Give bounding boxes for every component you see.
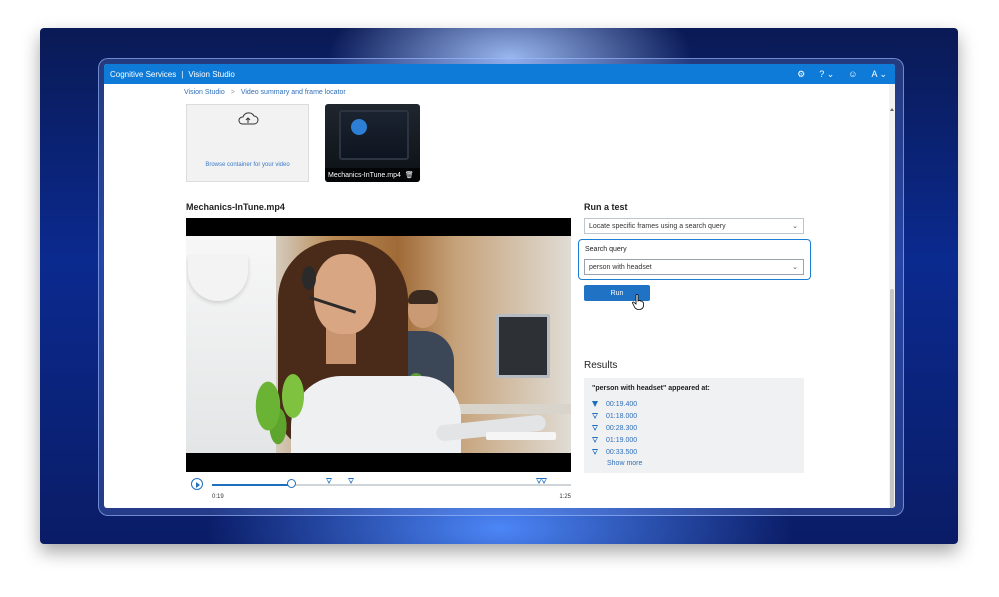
video-player[interactable] bbox=[186, 218, 571, 472]
play-icon[interactable] bbox=[191, 478, 203, 490]
smiley-icon[interactable]: ☺ bbox=[848, 69, 857, 79]
time-end: 1:25 bbox=[559, 494, 571, 500]
keyboard bbox=[486, 432, 556, 440]
video-frame bbox=[186, 236, 571, 453]
trash-icon[interactable]: 🗑 bbox=[405, 171, 414, 179]
search-query-group: Search query person with headset ⌄ bbox=[578, 239, 811, 280]
breadcrumb: Vision Studio > Video summary and frame … bbox=[184, 89, 346, 96]
background-person-hair bbox=[408, 290, 438, 304]
title-bar: Cognitive Services | Vision Studio ⚙ ? ⌄… bbox=[104, 64, 895, 84]
triangle-marker-icon bbox=[592, 425, 598, 431]
product-name: Cognitive Services bbox=[110, 69, 177, 79]
mode-select-value: Locate specific frames using a search qu… bbox=[589, 222, 726, 230]
result-item[interactable]: 01:18.000 bbox=[592, 410, 637, 422]
chevron-down-icon: ⌄ bbox=[792, 264, 798, 271]
results-title: Results bbox=[584, 360, 618, 371]
chevron-down-icon: ⌄ bbox=[792, 223, 798, 230]
result-timestamp: 00:28.300 bbox=[606, 424, 638, 432]
foreground-plant bbox=[248, 346, 318, 453]
video-title: Mechanics-InTune.mp4 bbox=[186, 202, 285, 212]
mode-select[interactable]: Locate specific frames using a search qu… bbox=[584, 218, 804, 234]
triangle-marker-icon bbox=[592, 449, 598, 455]
show-more-link[interactable]: Show more bbox=[607, 460, 642, 467]
result-timestamp: 00:33.500 bbox=[606, 448, 638, 456]
result-item[interactable]: 00:28.300 bbox=[592, 422, 637, 434]
scroll-up-icon[interactable] bbox=[890, 108, 894, 111]
woman-face bbox=[314, 254, 376, 334]
result-timestamp: 01:19.000 bbox=[606, 436, 638, 444]
breadcrumb-separator: > bbox=[230, 89, 235, 96]
app-name[interactable]: Vision Studio bbox=[188, 70, 235, 79]
hand-cursor-icon bbox=[632, 294, 644, 310]
triangle-marker-icon bbox=[592, 437, 598, 443]
scrollbar-thumb[interactable] bbox=[890, 289, 894, 508]
result-item[interactable]: 00:33.500 bbox=[592, 446, 637, 458]
seek-progress bbox=[212, 484, 291, 486]
browse-container-tile[interactable]: Browse container for your video bbox=[186, 104, 309, 182]
thumbnail-filename: Mechanics-InTune.mp4 bbox=[328, 171, 401, 179]
breadcrumb-current[interactable]: Video summary and frame locator bbox=[241, 89, 346, 96]
scrollbar[interactable] bbox=[889, 84, 895, 508]
video-timeline: 0:19 1:25 bbox=[186, 476, 571, 508]
results-heading: "person with headset" appeared at: bbox=[592, 385, 710, 392]
help-icon[interactable]: ? ⌄ bbox=[819, 69, 834, 80]
cloud-upload-icon bbox=[238, 112, 259, 125]
triangle-marker-icon bbox=[592, 413, 598, 419]
gear-icon[interactable]: ⚙ bbox=[797, 69, 805, 80]
search-query-value: person with headset bbox=[589, 263, 652, 271]
run-test-title: Run a test bbox=[584, 202, 628, 212]
browse-container-label: Browse container for your video bbox=[205, 162, 290, 168]
result-timestamp: 00:19.400 bbox=[606, 400, 638, 408]
title-separator: | bbox=[181, 69, 184, 79]
result-timestamp: 01:18.000 bbox=[606, 412, 638, 420]
result-marker[interactable] bbox=[326, 478, 332, 484]
thumbnail-caption: Mechanics-InTune.mp4 🗑 bbox=[325, 168, 420, 182]
video-thumbnail[interactable]: Mechanics-InTune.mp4 🗑 bbox=[325, 104, 420, 182]
intune-logo-icon bbox=[351, 119, 367, 135]
account-icon[interactable]: A ⌄ bbox=[871, 69, 887, 80]
triangle-marker-icon bbox=[592, 401, 598, 407]
result-item[interactable]: 01:19.000 bbox=[592, 434, 637, 446]
headset-earpiece bbox=[302, 266, 316, 290]
search-query-input[interactable]: person with headset ⌄ bbox=[584, 259, 804, 275]
title-bar-icons: ⚙ ? ⌄ ☺ A ⌄ bbox=[797, 64, 887, 84]
result-item[interactable]: 00:19.400 bbox=[592, 398, 637, 410]
breadcrumb-vision-studio[interactable]: Vision Studio bbox=[184, 89, 225, 96]
vision-studio-window: Cognitive Services | Vision Studio ⚙ ? ⌄… bbox=[104, 64, 895, 508]
result-marker[interactable] bbox=[348, 478, 354, 484]
result-marker[interactable] bbox=[541, 478, 547, 484]
time-start: 0:19 bbox=[212, 494, 224, 500]
background-monitor bbox=[496, 314, 550, 378]
results-panel: "person with headset" appeared at: 00:19… bbox=[584, 378, 804, 473]
search-query-label: Search query bbox=[585, 246, 627, 253]
thumbnail-screen bbox=[339, 110, 409, 160]
seek-handle[interactable] bbox=[286, 479, 296, 488]
